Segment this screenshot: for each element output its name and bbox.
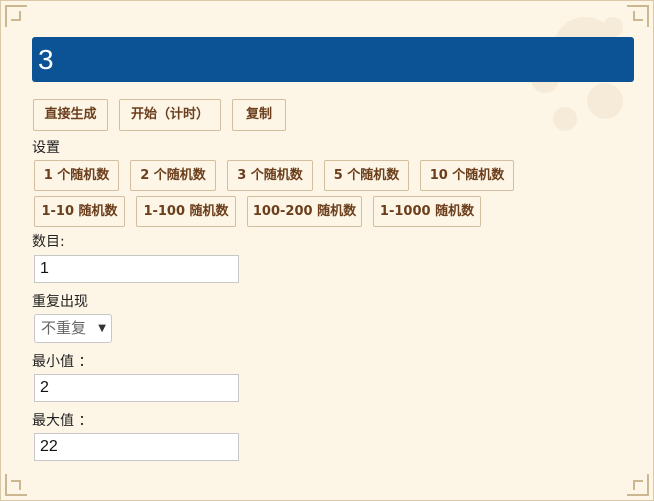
preset-range-1-10-button[interactable]: 1-10 随机数 (34, 196, 125, 227)
repeat-select-value: 不重复 (41, 319, 87, 337)
start-timed-button[interactable]: 开始（计时） (119, 99, 221, 131)
preset-range-100-200-button[interactable]: 100-200 随机数 (247, 196, 362, 227)
settings-title: 设置 (32, 140, 60, 156)
preset-2-random-button[interactable]: 2 个随机数 (130, 160, 216, 191)
max-input[interactable]: 22 (34, 433, 239, 461)
copy-button[interactable]: 复制 (232, 99, 286, 131)
preset-range-1-100-button[interactable]: 1-100 随机数 (136, 196, 236, 227)
repeat-label: 重复出现 (32, 294, 88, 310)
page-frame: 3 直接生成 开始（计时） 复制 设置 1 个随机数 2 个随机数 3 个随机数… (0, 0, 654, 501)
corner-ornament-bottom-left (5, 474, 27, 496)
generate-button[interactable]: 直接生成 (33, 99, 108, 131)
corner-ornament-bottom-right (627, 474, 649, 496)
preset-10-random-button[interactable]: 10 个随机数 (420, 160, 514, 191)
preset-range-1-1000-button[interactable]: 1-1000 随机数 (373, 196, 481, 227)
min-label: 最小值 ： (32, 354, 93, 370)
repeat-select[interactable]: 不重复 ▼ (34, 314, 112, 343)
preset-3-random-button[interactable]: 3 个随机数 (227, 160, 313, 191)
preset-1-random-button[interactable]: 1 个随机数 (34, 160, 119, 191)
max-label: 最大值 ： (32, 413, 93, 429)
result-display: 3 (32, 37, 634, 82)
count-label: 数目: (32, 234, 65, 250)
chevron-down-icon: ▼ (98, 323, 106, 334)
min-input[interactable]: 2 (34, 374, 239, 402)
numbers-watermark-icon (531, 17, 623, 131)
corner-ornament-top-left (5, 5, 27, 27)
preset-5-random-button[interactable]: 5 个随机数 (324, 160, 409, 191)
count-input[interactable]: 1 (34, 255, 239, 283)
